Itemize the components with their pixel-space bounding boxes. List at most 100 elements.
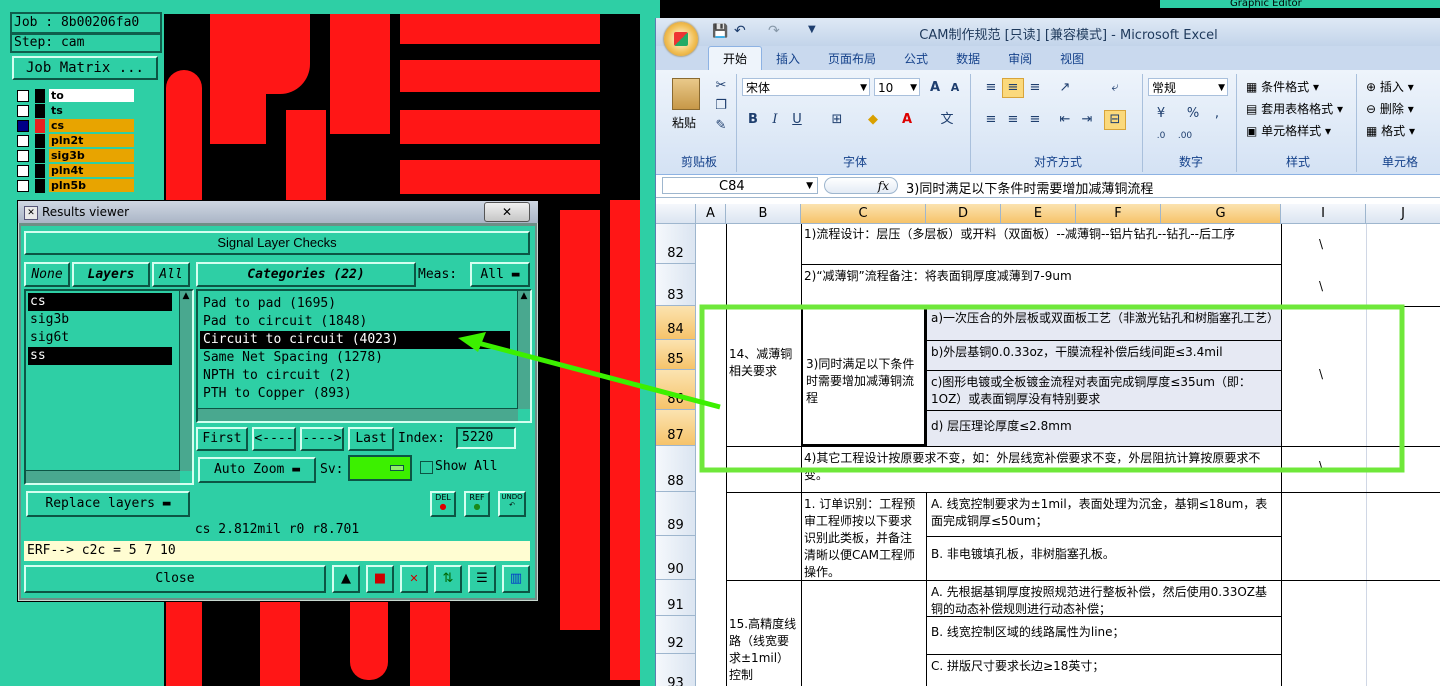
underline-icon[interactable]: U bbox=[786, 110, 808, 130]
tab-1[interactable]: 插入 bbox=[762, 47, 814, 70]
category-item[interactable]: Pad to pad (1695) bbox=[200, 295, 510, 313]
align-middle-icon[interactable]: ≡ bbox=[1002, 78, 1024, 98]
cell-d84[interactable]: a)一次压合的外层板或双面板工艺（非激光钻孔和树脂塞孔工艺） bbox=[928, 308, 1281, 342]
cell-r82[interactable]: 1)流程设计：层压（多层板）或开料（双面板）--减薄铜--铝片钻孔--钻孔--后… bbox=[801, 224, 1281, 264]
increase-indent-icon[interactable]: ⇥ bbox=[1076, 110, 1098, 130]
column-header-J[interactable]: J bbox=[1366, 204, 1440, 224]
cell-b84[interactable]: 14、减薄铜相关要求 bbox=[726, 344, 801, 404]
fill-color-icon[interactable]: ◆ bbox=[862, 110, 884, 130]
cell-styles-button[interactable]: ▣ 单元格样式 ▾ bbox=[1246, 122, 1331, 139]
bold-icon[interactable]: B bbox=[742, 110, 764, 130]
comma-icon[interactable]: , bbox=[1206, 104, 1228, 124]
layer-row[interactable]: ts bbox=[14, 103, 134, 118]
replace-layers-dropdown[interactable]: Replace layers ▬ bbox=[26, 491, 190, 517]
window-close-button[interactable]: ✕ bbox=[484, 202, 530, 222]
decrease-decimal-icon[interactable]: .00 bbox=[1174, 126, 1196, 146]
format-button[interactable]: ▦ 格式 ▾ bbox=[1366, 122, 1415, 139]
italic-icon[interactable]: I bbox=[764, 110, 786, 130]
insert-button[interactable]: ⊕ 插入 ▾ bbox=[1366, 78, 1414, 95]
cell-d91[interactable]: A. 先根据基铜厚度按照规范进行整板补偿，然后使用0.33OZ基铜的动态补偿规则… bbox=[928, 582, 1281, 616]
tab-3[interactable]: 公式 bbox=[890, 47, 942, 70]
category-item[interactable]: Same Net Spacing (1278) bbox=[200, 349, 510, 367]
layer-select-list[interactable]: cs sig3b sig6t ss ▲ bbox=[24, 289, 194, 485]
row-header-83[interactable]: 83 bbox=[656, 264, 696, 306]
job-matrix-button[interactable]: Job Matrix ... bbox=[12, 56, 158, 80]
cell-r83[interactable]: 2)“减薄铜”流程备注：将表面铜厚度减薄到7-9um bbox=[801, 266, 1281, 306]
cell-backslash[interactable]: \ bbox=[1316, 234, 1336, 254]
tab-5[interactable]: 审阅 bbox=[994, 47, 1046, 70]
border-icon[interactable]: ⊞ bbox=[826, 110, 848, 130]
percent-icon[interactable]: % bbox=[1182, 104, 1204, 124]
name-box[interactable]: C84 ▼ bbox=[662, 177, 818, 194]
first-button[interactable]: First bbox=[196, 427, 248, 451]
show-all-checkbox[interactable] bbox=[420, 461, 433, 474]
ref-button[interactable]: REF ● bbox=[464, 491, 490, 517]
category-list[interactable]: Pad to pad (1695) Pad to circuit (1848) Ci… bbox=[196, 289, 532, 423]
layer-row[interactable]: cs bbox=[14, 118, 134, 133]
align-top-icon[interactable]: ≡ bbox=[980, 78, 1002, 98]
meas-dropdown[interactable]: All ▬ bbox=[470, 262, 530, 287]
erf-icon[interactable]: ✕ bbox=[400, 565, 428, 593]
cell-backslash[interactable]: \ bbox=[1316, 276, 1336, 296]
font-name-combo[interactable]: 宋体 ▼ bbox=[742, 78, 870, 96]
format-painter-icon[interactable]: ✎ bbox=[710, 116, 732, 136]
layer-row[interactable]: pln4t bbox=[14, 163, 134, 178]
worksheet-grid[interactable]: A B C D E F G I J 82 83 84 85 86 87 88 89 90 91 92 93 1)流程设计：… bbox=[656, 204, 1440, 686]
layer-row[interactable]: to bbox=[14, 88, 134, 103]
cell-c84[interactable]: 3)同时满足以下条件时需要增加减薄铜流程 bbox=[803, 354, 926, 414]
cell-backslash[interactable]: \ bbox=[1316, 456, 1336, 476]
tab-4[interactable]: 数据 bbox=[942, 47, 994, 70]
layer-checkbox[interactable] bbox=[17, 164, 29, 177]
layer-list-item[interactable]: cs bbox=[28, 293, 172, 311]
layer-list-item[interactable]: ss bbox=[28, 347, 172, 365]
paste-label[interactable]: 粘贴 bbox=[672, 114, 696, 131]
align-left-icon[interactable]: ≡ bbox=[980, 110, 1002, 130]
align-bottom-icon[interactable]: ≡ bbox=[1024, 78, 1046, 98]
cell-r88[interactable]: 4)其它工程设计按原要求不变，如：外层线宽补偿要求不变，外层阻抗计算按原要求不变… bbox=[801, 448, 1281, 492]
none-button[interactable]: None bbox=[24, 262, 70, 287]
results-viewer-titlebar[interactable]: ✕ Results viewer ✕ bbox=[18, 201, 538, 223]
layer-row[interactable]: pln5b bbox=[14, 178, 134, 193]
layer-name[interactable]: to bbox=[49, 89, 134, 102]
cell-d89[interactable]: A. 线宽控制要求为±1mil，表面处理为沉金，基铜≤18um，表面完成铜厚≤5… bbox=[928, 494, 1281, 536]
layer-list-hscroll[interactable] bbox=[26, 470, 180, 483]
currency-icon[interactable]: ¥ bbox=[1150, 104, 1172, 124]
conditional-format-button[interactable]: ▦ 条件格式 ▾ bbox=[1246, 78, 1319, 95]
cell-d85[interactable]: b)外层基铜0.0.33oz，干膜流程补偿后线间距≤3.4mil bbox=[928, 342, 1281, 370]
row-header-82[interactable]: 82 bbox=[656, 224, 696, 264]
column-header-D[interactable]: D bbox=[926, 204, 1001, 224]
increase-decimal-icon[interactable]: .0 bbox=[1150, 126, 1172, 146]
category-item[interactable]: Circuit to circuit (4023) bbox=[200, 331, 510, 349]
layer-name[interactable]: ts bbox=[49, 104, 134, 117]
layer-list-scrollbar[interactable]: ▲ bbox=[179, 291, 192, 471]
layers-button[interactable]: Layers bbox=[72, 262, 150, 287]
row-header-88[interactable]: 88 bbox=[656, 446, 696, 492]
column-header-C[interactable]: C bbox=[801, 204, 926, 224]
row-header-92[interactable]: 92 bbox=[656, 616, 696, 654]
row-header-91[interactable]: 91 bbox=[656, 580, 696, 616]
font-size-combo[interactable]: 10 ▼ bbox=[874, 78, 920, 96]
cell-b91[interactable]: 15.高精度线路（线宽要求±1mil）控制 bbox=[726, 614, 801, 686]
tab-0[interactable]: 开始 bbox=[708, 46, 763, 70]
align-right-icon[interactable]: ≡ bbox=[1024, 110, 1046, 130]
row-header-85[interactable]: 85 bbox=[656, 340, 696, 370]
align-center-icon[interactable]: ≡ bbox=[1002, 110, 1024, 130]
category-item[interactable]: PTH to Copper (893) bbox=[200, 385, 510, 403]
tab-2[interactable]: 页面布局 bbox=[814, 47, 890, 70]
layer-name[interactable]: pln2t bbox=[49, 134, 134, 147]
categories-button[interactable]: Categories (22) bbox=[196, 262, 416, 287]
formula-content[interactable]: 3)同时满足以下条件时需要增加减薄铜流程 bbox=[906, 178, 1153, 197]
previous-button[interactable]: <---- bbox=[252, 427, 296, 451]
cell-backslash[interactable]: \ bbox=[1316, 364, 1336, 384]
report-icon[interactable]: ■ bbox=[366, 565, 394, 593]
number-format-combo[interactable]: 常规 ▼ bbox=[1148, 78, 1228, 96]
all-button[interactable]: All bbox=[152, 262, 190, 287]
layer-checkbox[interactable] bbox=[17, 119, 29, 132]
font-color-icon[interactable]: A bbox=[896, 110, 918, 130]
layer-name[interactable]: cs bbox=[49, 119, 134, 132]
column-header-E[interactable]: E bbox=[1001, 204, 1076, 224]
category-list-scrollbar[interactable]: ▲ bbox=[517, 291, 530, 409]
category-item[interactable]: NPTH to circuit (2) bbox=[200, 367, 510, 385]
measure-icon[interactable]: ▲ bbox=[332, 565, 360, 593]
sv-color-dropdown[interactable] bbox=[348, 455, 412, 481]
